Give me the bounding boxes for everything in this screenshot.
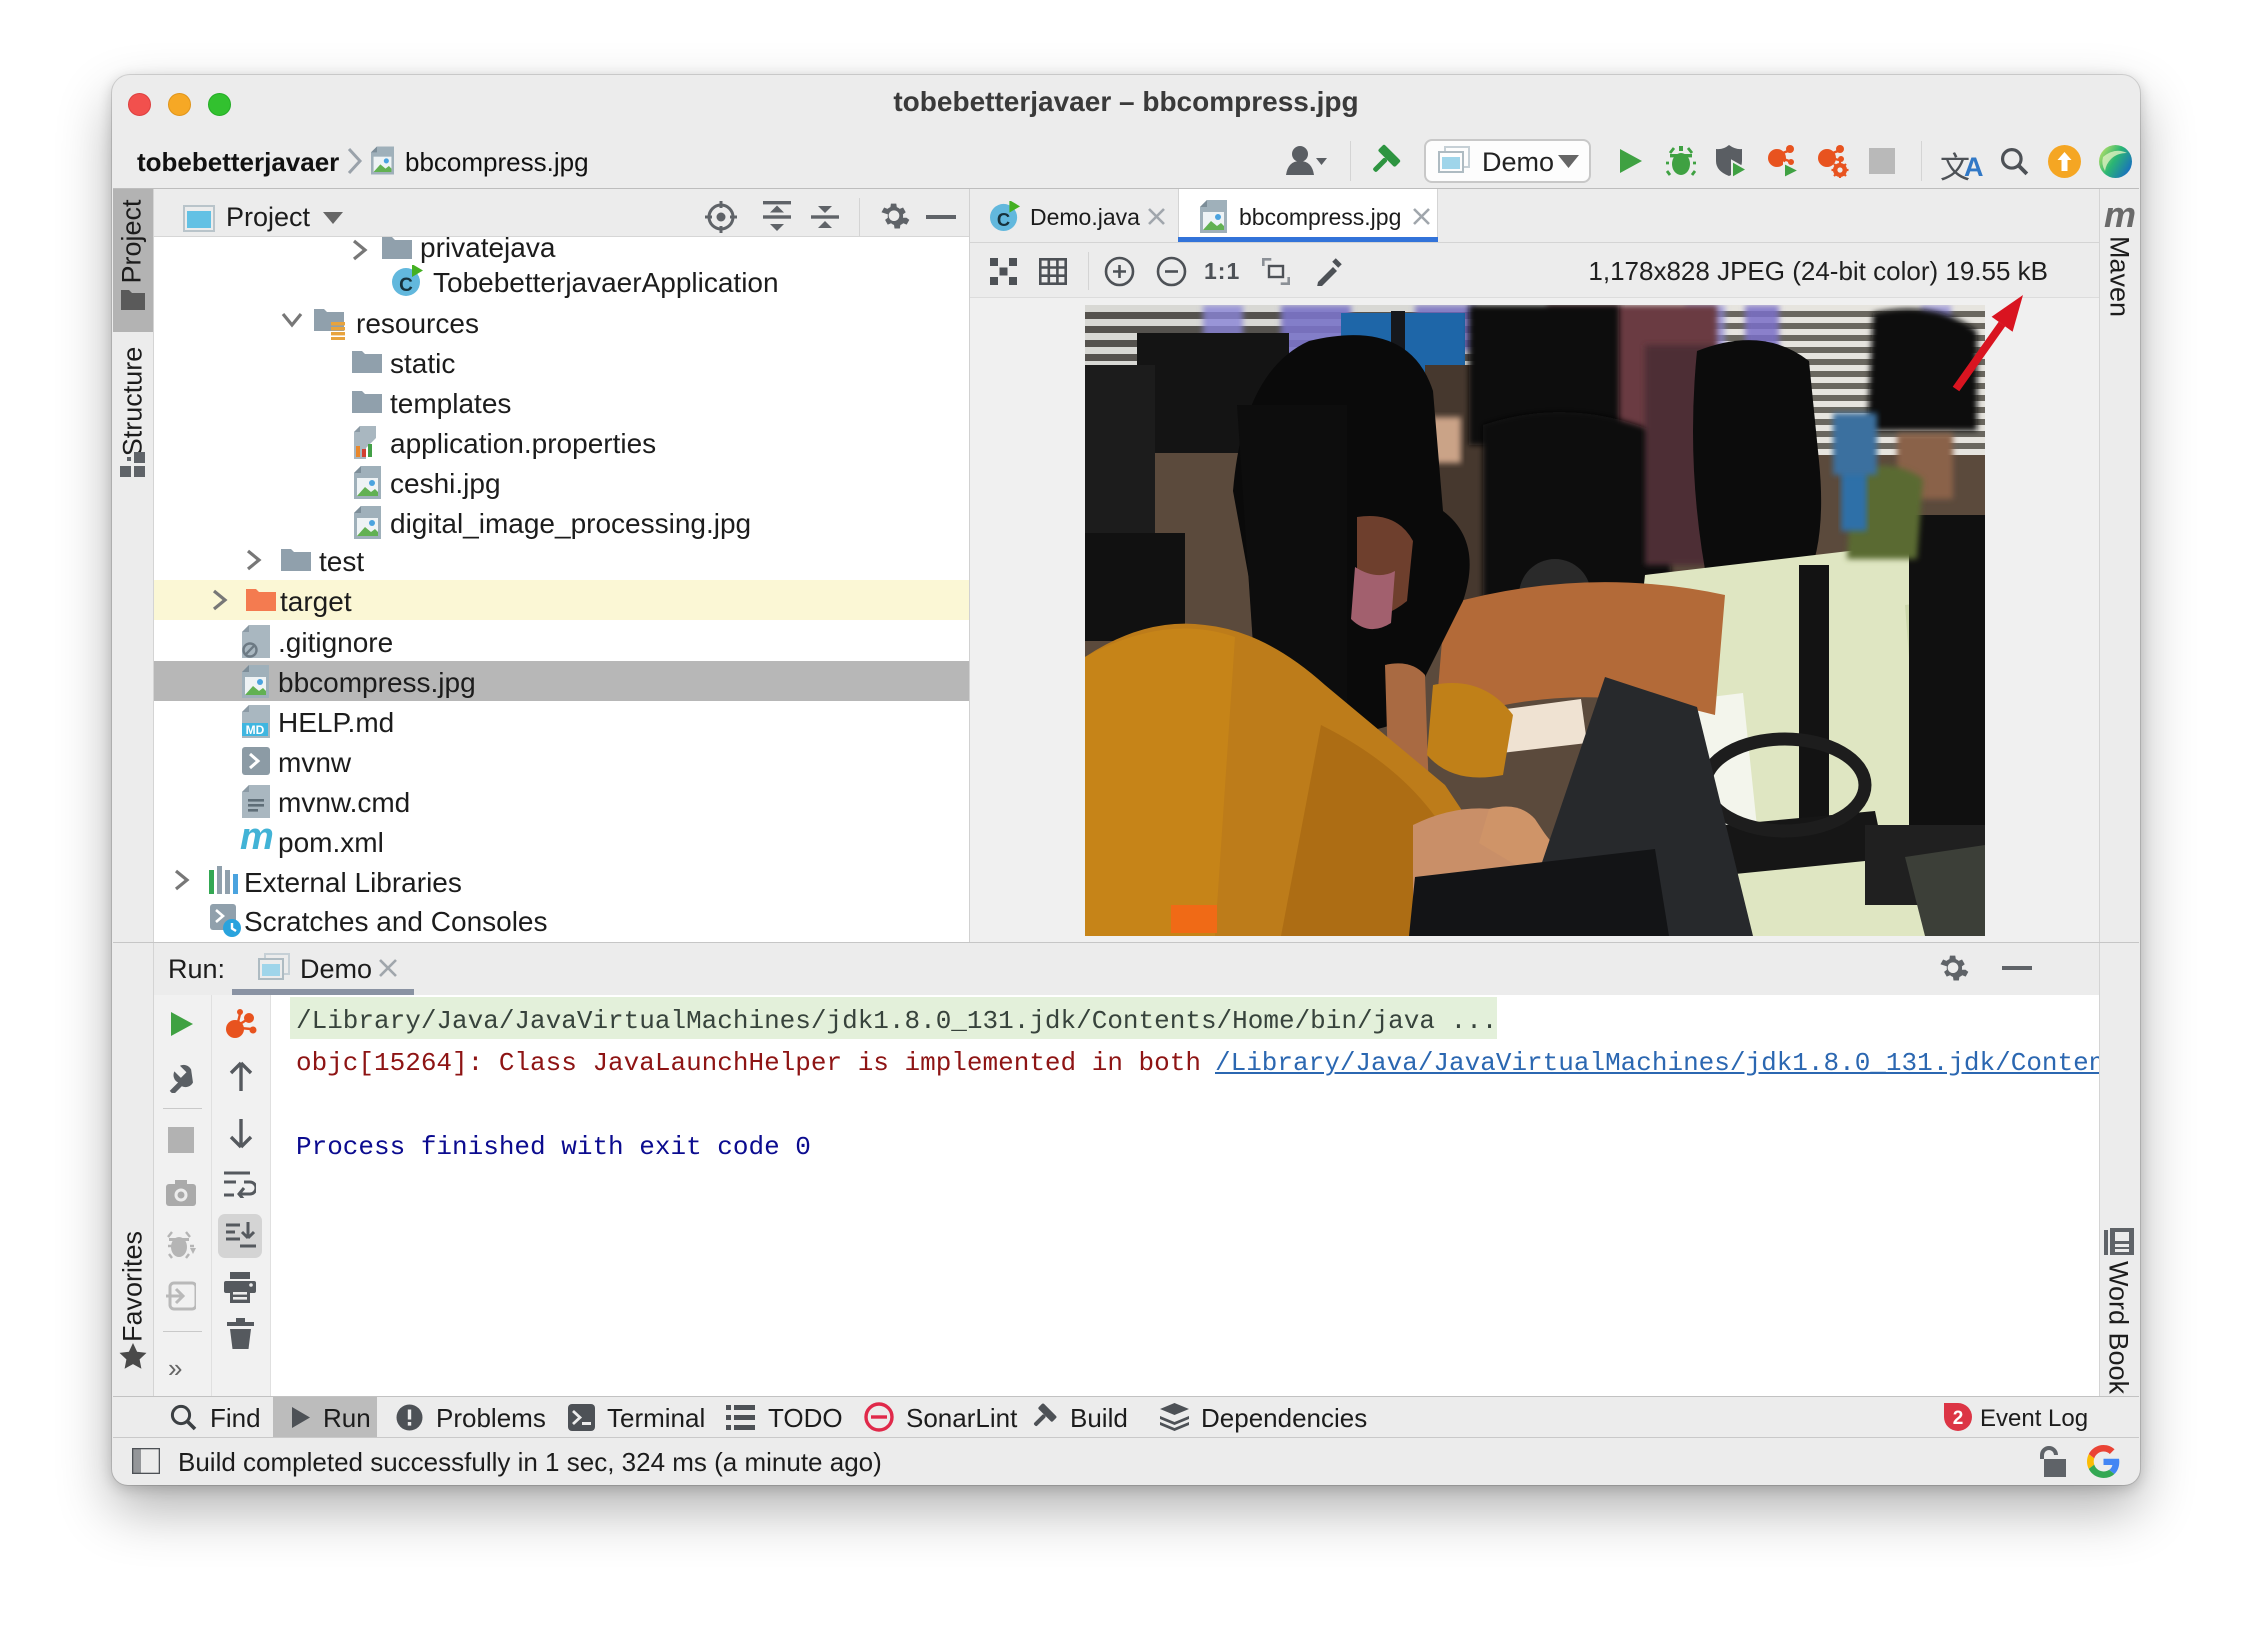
svg-text:C: C [399, 275, 413, 296]
svg-text:2: 2 [1953, 1408, 1964, 1429]
svg-text:C: C [997, 209, 1010, 230]
svg-text:MD: MD [246, 723, 265, 737]
